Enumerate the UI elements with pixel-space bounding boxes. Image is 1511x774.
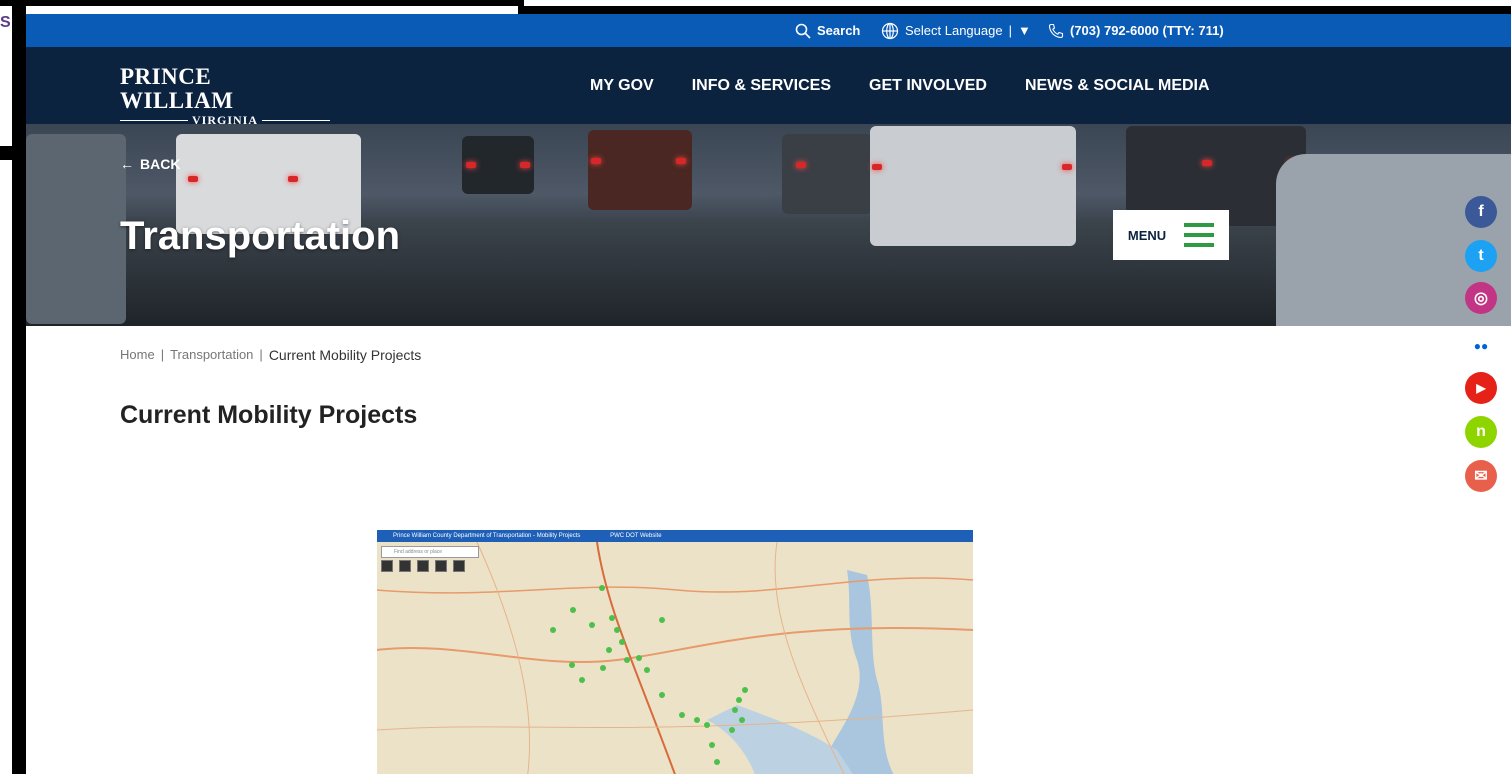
breadcrumb-separator: |: [160, 347, 165, 362]
language-label: Select Language: [905, 23, 1003, 38]
phone-link[interactable]: (703) 792-6000 (TTY: 711): [1048, 14, 1224, 47]
map-tool-button[interactable]: [381, 560, 393, 572]
hero-taillight: [796, 162, 806, 168]
map-tool-button[interactable]: [435, 560, 447, 572]
chevron-down-icon: ▼: [1017, 23, 1031, 38]
logo-rule-left: [120, 120, 188, 121]
page-title: Current Mobility Projects: [120, 401, 418, 429]
back-link[interactable]: ← BACK: [120, 156, 180, 172]
map-tool-button[interactable]: [399, 560, 411, 572]
nav-info-services[interactable]: INFO & SERVICES: [692, 77, 831, 95]
language-select[interactable]: Select Language | ▼: [881, 14, 1031, 47]
facebook-icon[interactable]: f: [1465, 196, 1497, 228]
hero-taillight: [872, 164, 882, 170]
hero-taillight: [288, 176, 298, 182]
phone-number: (703) 792-6000 (TTY: 711): [1070, 23, 1224, 38]
frame-top-left: [0, 0, 518, 6]
hero-banner: ← BACK Transportation MENU: [26, 124, 1511, 326]
hero-taillight: [591, 158, 601, 164]
hero-title: Transportation: [120, 214, 401, 258]
hero-taillight: [676, 158, 686, 164]
menu-button[interactable]: MENU: [1113, 210, 1229, 260]
breadcrumb: Home | Transportation | Current Mobility…: [120, 347, 421, 363]
logo-rule-right: [262, 120, 331, 121]
map-title-bar: Prince William County Department of Tran…: [377, 530, 973, 542]
search-icon: [795, 23, 811, 39]
mobility-projects-map[interactable]: Prince William County Department of Tran…: [377, 530, 973, 774]
youtube-icon[interactable]: ▶: [1465, 372, 1497, 404]
nav-get-involved[interactable]: GET INVOLVED: [869, 77, 987, 95]
hero-taillight: [1062, 164, 1072, 170]
hero-taillight: [520, 162, 530, 168]
breadcrumb-home[interactable]: Home: [120, 347, 155, 363]
twitter-icon[interactable]: t: [1465, 240, 1497, 272]
frame-left-tab: [0, 146, 26, 160]
county-logo[interactable]: PRINCE WILLIAM VIRGINIA: [120, 64, 331, 128]
back-label: BACK: [140, 156, 181, 172]
hero-van: [870, 126, 1076, 246]
nextdoor-icon[interactable]: n: [1465, 416, 1497, 448]
map-search-input[interactable]: Find address or place: [381, 546, 479, 558]
logo-title: PRINCE WILLIAM: [120, 64, 234, 113]
email-icon[interactable]: ✉: [1465, 460, 1497, 492]
utility-bar: Search Select Language | ▼ (703) 792-600…: [26, 14, 1511, 47]
phone-icon: [1048, 23, 1064, 38]
breadcrumb-current: Current Mobility Projects: [268, 347, 422, 363]
corner-letter: S: [0, 14, 11, 31]
map-base-layer: [377, 530, 973, 774]
main-nav: PRINCE WILLIAM VIRGINIA MY GOV INFO & SE…: [26, 47, 1511, 127]
arrow-left-icon: ←: [120, 156, 134, 172]
nav-links: MY GOV INFO & SERVICES GET INVOLVED NEWS…: [590, 47, 1210, 124]
hero-taillight: [466, 162, 476, 168]
instagram-icon[interactable]: ◎: [1465, 282, 1497, 314]
hero-car: [588, 130, 692, 210]
nav-my-gov[interactable]: MY GOV: [590, 77, 654, 95]
language-divider: |: [1008, 23, 1012, 38]
map-title: Prince William County Department of Tran…: [393, 533, 581, 539]
search-link[interactable]: Search: [795, 14, 860, 47]
frame-left: [12, 6, 26, 774]
hamburger-icon: [1184, 223, 1215, 247]
flickr-icon[interactable]: ●●: [1465, 330, 1497, 362]
hero-car: [782, 134, 872, 214]
hero-taillight: [1202, 160, 1212, 166]
breadcrumb-transportation[interactable]: Transportation: [170, 347, 253, 363]
hero-taillight: [188, 176, 198, 182]
frame-top-right: [524, 6, 1511, 14]
menu-label: MENU: [1127, 227, 1167, 243]
page: Search Select Language | ▼ (703) 792-600…: [26, 14, 1511, 774]
search-label: Search: [817, 23, 861, 38]
map-tool-button[interactable]: [417, 560, 429, 572]
globe-icon: [881, 22, 899, 39]
map-subtitle[interactable]: PWC DOT Website: [610, 533, 661, 539]
nav-news-social[interactable]: NEWS & SOCIAL MEDIA: [1025, 77, 1210, 95]
map-toolbar: [381, 560, 465, 572]
hero-car: [26, 134, 126, 324]
map-tool-button[interactable]: [453, 560, 465, 572]
breadcrumb-separator: |: [259, 347, 263, 362]
